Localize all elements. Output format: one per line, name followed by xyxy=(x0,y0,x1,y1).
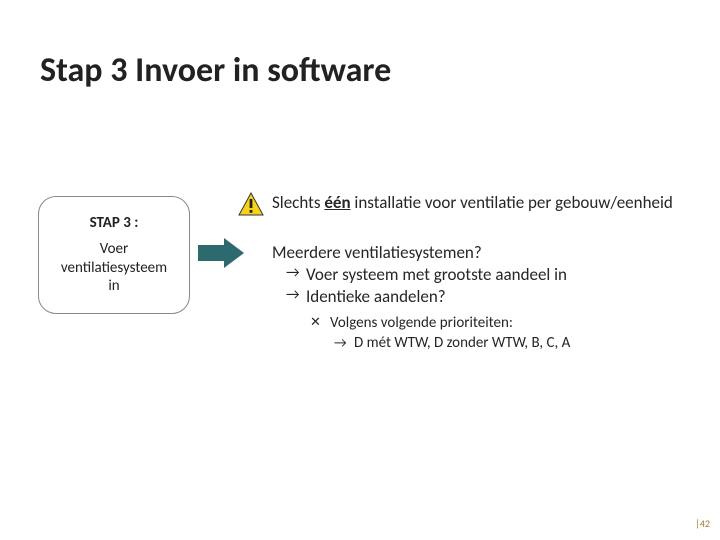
step-desc-line-3: in xyxy=(108,277,119,295)
warning-post: installatie voor ventilatie per gebouw/e… xyxy=(351,192,673,213)
multi-answer-2: Identieke aandelen? xyxy=(272,286,692,308)
step-description: Voer ventilatiesysteem in xyxy=(61,240,167,296)
slide-title: Stap 3 Invoer in software xyxy=(40,50,391,91)
step-desc-line-1: Voer xyxy=(100,240,128,258)
multi-question: Meerdere ventilatiesystemen? xyxy=(272,242,692,264)
priority-heading: Volgens volgende prioriteiten: xyxy=(272,314,692,334)
warning-pre: Slechts xyxy=(272,192,324,213)
warning-text: Slechts één installatie voor ventilatie … xyxy=(272,192,692,214)
priority-list: D mét WTW, D zonder WTW, B, C, A xyxy=(272,334,692,354)
step-desc-line-2: ventilatiesysteem xyxy=(61,259,167,277)
step-label: STAP 3 : xyxy=(90,214,139,232)
arrow-right-icon xyxy=(198,238,244,268)
multi-answer-1: Voer systeem met grootste aandeel in xyxy=(272,264,692,286)
warning-emphasis: één xyxy=(324,192,350,213)
slide: Stap 3 Invoer in software STAP 3 : Voer … xyxy=(0,0,720,540)
warning-icon xyxy=(238,192,264,216)
content-area: Slechts één installatie voor ventilatie … xyxy=(272,192,692,353)
page-number: |42 xyxy=(695,517,710,530)
step-box: STAP 3 : Voer ventilatiesysteem in xyxy=(38,196,190,314)
